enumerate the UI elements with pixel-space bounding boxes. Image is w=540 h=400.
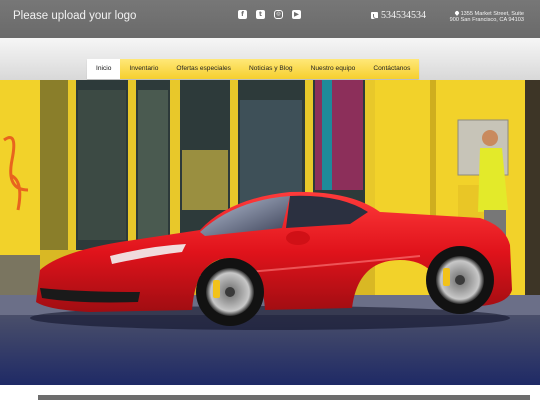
nav-item-contacto[interactable]: Contáctanos bbox=[364, 59, 419, 79]
nav-item-inicio[interactable]: Inicio bbox=[87, 59, 121, 79]
nav-item-ofertas[interactable]: Ofertas especiales bbox=[167, 59, 240, 79]
hero-illustration bbox=[0, 80, 540, 385]
address-block: 1355 Market Street, Suite 900 San Franci… bbox=[434, 10, 524, 24]
hero-image bbox=[0, 80, 540, 385]
map-pin-icon bbox=[453, 10, 460, 16]
instagram-icon[interactable]: ◎ bbox=[274, 10, 283, 19]
main-nav: Inicio Inventario Ofertas especiales Not… bbox=[87, 59, 420, 79]
youtube-icon[interactable]: ▶ bbox=[292, 10, 301, 19]
facebook-icon[interactable]: f bbox=[238, 10, 247, 19]
social-links: f t ◎ ▶ bbox=[238, 10, 301, 19]
nav-item-noticias[interactable]: Noticias y Blog bbox=[240, 59, 302, 79]
phone-icon bbox=[371, 12, 378, 19]
nav-item-equipo[interactable]: Nuestro equipo bbox=[302, 59, 365, 79]
phone-contact[interactable]: 534534534 bbox=[371, 10, 426, 21]
logo-text[interactable]: Please upload your logo bbox=[13, 10, 136, 22]
address-line-1: 1355 Market Street, Suite bbox=[460, 11, 524, 17]
footer-bar bbox=[38, 395, 530, 400]
twitter-icon[interactable]: t bbox=[256, 10, 265, 19]
nav-item-inventario[interactable]: Inventario bbox=[120, 59, 167, 79]
header-bar: Please upload your logo f t ◎ ▶ 53453453… bbox=[0, 0, 540, 38]
phone-number: 534534534 bbox=[381, 10, 426, 21]
address-line-2: 900 San Francisco, CA 94103 bbox=[449, 17, 524, 24]
